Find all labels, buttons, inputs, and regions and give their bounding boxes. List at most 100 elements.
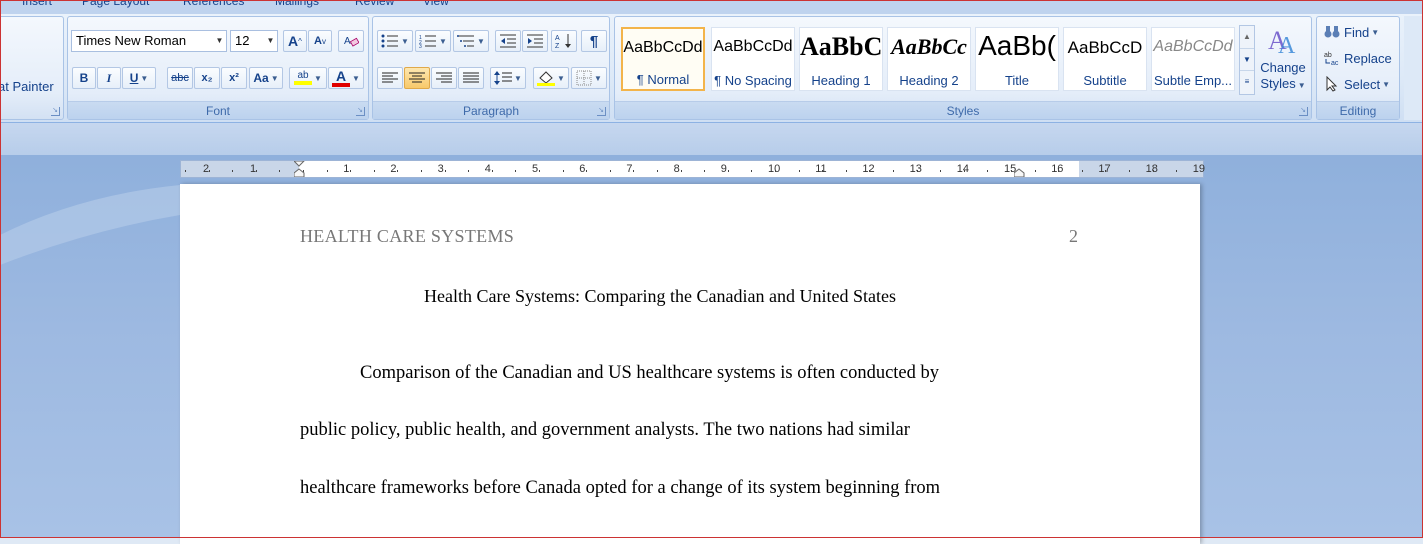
paragraph-launcher-icon[interactable]: ↘ (597, 107, 606, 116)
editing-group: Find ▼ ab ac Replace Select ▼ Editing (1316, 16, 1400, 120)
tab-mailings[interactable]: Mailings (275, 0, 319, 8)
shrink-font-button[interactable]: Av (308, 30, 332, 52)
ruler-tick (822, 170, 824, 172)
change-styles-icon: A A (1268, 26, 1296, 59)
ruler-tick (1011, 170, 1012, 172)
tab-review[interactable]: Review (355, 0, 394, 8)
ruler-number: 14 (956, 163, 970, 175)
ruler-number: 19 (1192, 163, 1206, 175)
ruler-tick (515, 170, 517, 172)
tab-references[interactable]: References (183, 0, 244, 8)
style-subtle-emphasis[interactable]: AaBbCcDd Subtle Emp... (1151, 27, 1235, 91)
replace-icon: abac (1324, 52, 1339, 66)
clipboard-group: at Painter ↘ (0, 16, 64, 120)
tab-insert[interactable]: Insert (22, 0, 52, 8)
change-case-button[interactable]: Aa ▼ (249, 67, 283, 89)
ruler-tick (279, 170, 281, 172)
decrease-indent-button[interactable] (495, 30, 521, 52)
bullets-button[interactable]: ▼ (377, 30, 413, 52)
ruler-tick (963, 170, 965, 172)
multilevel-list-button[interactable]: ▼ (453, 30, 489, 52)
align-right-icon (436, 72, 452, 83)
grow-font-button[interactable]: A ^ (283, 30, 307, 52)
font-group-label: Font (68, 101, 368, 119)
superscript-icon: x² (229, 72, 239, 84)
styles-group: AaBbCcDd ¶ Normal AaBbCcDd ¶ No Spacing … (614, 16, 1312, 120)
multilevel-list-icon (457, 35, 475, 47)
borders-button[interactable]: ▼ (571, 67, 607, 89)
font-color-icon: A (332, 69, 351, 87)
ruler-tick (421, 170, 422, 172)
line-spacing-icon (494, 71, 513, 85)
scroll-up-icon[interactable]: ▲ (1240, 26, 1254, 48)
select-button[interactable]: Select ▼ (1323, 73, 1397, 95)
ribbon-right-edge (1404, 16, 1423, 120)
increase-indent-button[interactable] (522, 30, 548, 52)
styles-gallery-scroll[interactable]: ▲ ▼ ≡ (1239, 25, 1255, 95)
style-heading-1[interactable]: AaBbC Heading 1 (799, 27, 883, 91)
ruler-tick (185, 170, 186, 172)
right-indent-icon[interactable] (1013, 161, 1025, 178)
font-size-value: 12 (235, 33, 250, 48)
more-styles-icon[interactable]: ≡ (1240, 70, 1254, 92)
strikethrough-button[interactable]: abc (167, 67, 193, 89)
paint-bucket-icon (537, 71, 556, 86)
subscript-icon: x₂ (201, 72, 213, 84)
ruler-tick (987, 170, 989, 172)
first-line-indent-icon[interactable] (292, 160, 306, 178)
paragraph-group-label: Paragraph (373, 101, 609, 119)
bold-button[interactable]: B (72, 67, 96, 89)
tab-page-layout[interactable]: Page Layout (82, 0, 149, 8)
align-left-button[interactable] (377, 67, 403, 89)
font-size-select[interactable]: 12 ▼ (230, 30, 278, 52)
italic-button[interactable]: I (97, 67, 121, 89)
style-title[interactable]: AaBb( Title (975, 27, 1059, 91)
align-left-icon (382, 72, 398, 83)
font-launcher-icon[interactable]: ↘ (356, 107, 365, 116)
tab-view[interactable]: View (423, 0, 449, 8)
format-painter-button[interactable]: at Painter (0, 75, 63, 97)
style-subtitle[interactable]: AaBbCcD Subtitle (1063, 27, 1147, 91)
document-page[interactable]: HEALTH CARE SYSTEMS 2 Health Care System… (180, 184, 1200, 544)
style-normal[interactable]: AaBbCcDd ¶ Normal (621, 27, 705, 91)
ruler-number: 4 (484, 163, 491, 175)
subscript-button[interactable]: x₂ (194, 67, 220, 89)
horizontal-ruler[interactable]: 2 1 1 2 3 4 5 6 7 8 9 10 11 12 13 14 15 16 17 18 19 (180, 160, 1206, 178)
find-button[interactable]: Find ▼ (1323, 21, 1397, 43)
line-spacing-button[interactable]: ▼ (490, 67, 526, 89)
show-hide-button[interactable]: ¶ (581, 30, 607, 52)
font-color-button[interactable]: A ▼ (328, 67, 364, 89)
style-no-spacing[interactable]: AaBbCcDd ¶ No Spacing (711, 27, 795, 91)
italic-icon: I (106, 70, 112, 85)
align-right-button[interactable] (431, 67, 457, 89)
styles-group-label: Styles (615, 101, 1311, 119)
highlight-button[interactable]: ab ▼ (289, 67, 327, 89)
justify-button[interactable] (458, 67, 484, 89)
running-head: HEALTH CARE SYSTEMS (300, 226, 515, 246)
paragraph-group: ▼ 1 2 3 ▼ ▼ AZ ¶ ▼ ▼ ▼ Paragraph ↘ (372, 16, 610, 120)
ruler-tick (775, 170, 776, 172)
font-family-select[interactable]: Times New Roman ▼ (71, 30, 227, 52)
superscript-button[interactable]: x² (221, 67, 247, 89)
replace-button[interactable]: ab ac Replace (1323, 47, 1397, 69)
underline-button[interactable]: U ▼ (122, 67, 156, 89)
clipboard-launcher-icon[interactable]: ↘ (51, 107, 60, 116)
font-group: Times New Roman ▼ 12 ▼ A ^ Av A B I U ▼ ab… (67, 16, 369, 120)
highlighter-icon: ab (294, 71, 313, 85)
ruler-tick (350, 170, 352, 172)
numbering-button[interactable]: 1 2 3 ▼ (415, 30, 451, 52)
ruler-tick (539, 170, 540, 172)
ruler-tick (633, 170, 635, 172)
styles-launcher-icon[interactable]: ↘ (1299, 107, 1308, 116)
sort-button[interactable]: AZ (551, 30, 577, 52)
ruler-tick (727, 170, 729, 172)
clear-formatting-button[interactable]: A (338, 30, 364, 52)
change-styles-button[interactable]: A A Change Styles ▼ (1259, 23, 1307, 103)
scroll-down-icon[interactable]: ▼ (1240, 48, 1254, 70)
align-center-button[interactable] (404, 67, 430, 89)
ruler-number: 1 (343, 163, 350, 175)
style-heading-2[interactable]: AaBbCc Heading 2 (887, 27, 971, 91)
shading-button[interactable]: ▼ (533, 67, 569, 89)
ruler-number: 1 (250, 163, 257, 175)
justify-icon (463, 72, 479, 83)
